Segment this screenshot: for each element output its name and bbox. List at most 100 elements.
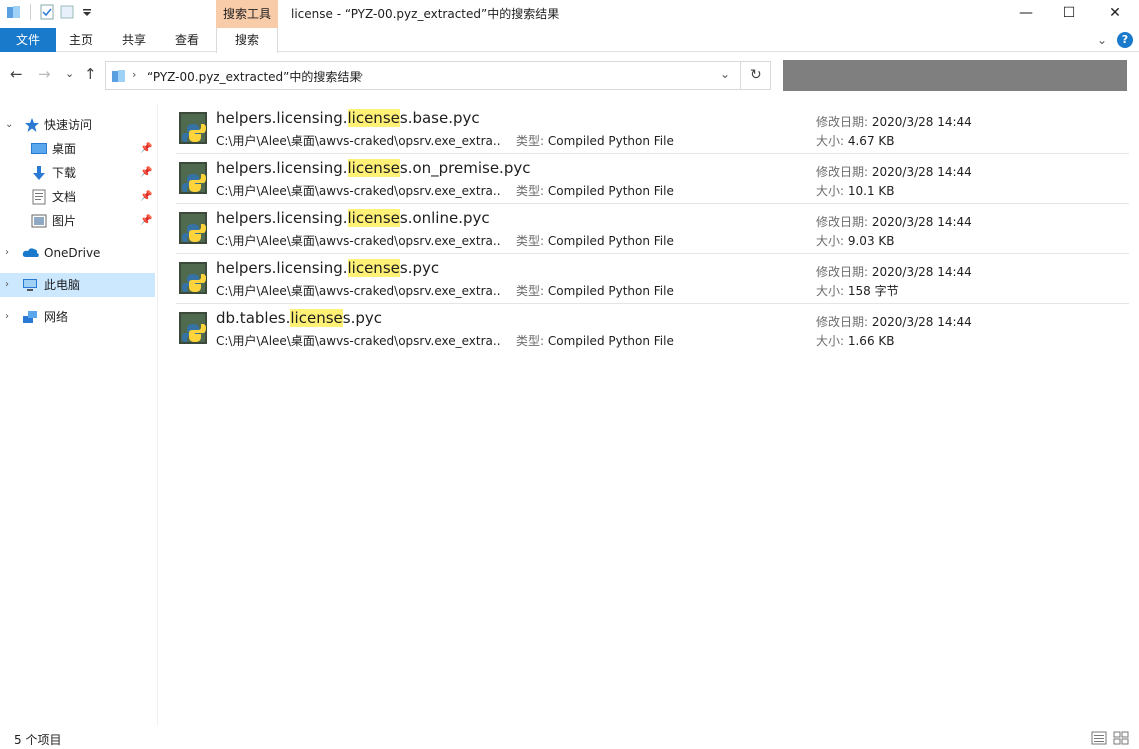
file-size: 大小: 1.66 KB — [816, 334, 895, 348]
address-bar[interactable]: › “PYZ-00.pyz_extracted”中的搜索结果 › ⌄ ↻ — [105, 61, 771, 90]
search-highlight: license — [290, 309, 343, 327]
computer-icon — [22, 277, 38, 293]
details-view-icon[interactable] — [1091, 731, 1107, 745]
list-item[interactable]: helpers.licensing.licenses.base.pyc C:\用… — [176, 104, 1129, 154]
file-name[interactable]: db.tables.licenses.pyc — [216, 309, 382, 327]
download-icon — [31, 165, 47, 181]
desktop-icon — [31, 141, 47, 157]
address-dropdown-icon[interactable]: ⌄ — [720, 67, 730, 81]
up-button[interactable]: ↑ — [84, 65, 97, 83]
cloud-icon — [22, 245, 39, 261]
sidebar-item-label: 图片 — [52, 214, 77, 228]
expand-ribbon-icon[interactable]: ⌄ — [1097, 33, 1107, 47]
forward-button[interactable]: → — [38, 65, 51, 83]
sidebar-item-documents[interactable]: 文档 📌 — [0, 185, 155, 209]
sidebar-item-label: 桌面 — [52, 142, 77, 156]
search-highlight: license — [347, 159, 400, 177]
sidebar-item-label: 文档 — [52, 190, 77, 204]
sidebar-item-label: 下载 — [52, 166, 77, 180]
file-size: 大小: 10.1 KB — [816, 184, 895, 198]
navigation-pane: ⌄ 快速访问 桌面 📌 下载 📌 文档 📌 图片 📌 › OneDrive › … — [0, 104, 158, 726]
sidebar-item-label: OneDrive — [44, 246, 101, 260]
python-file-icon — [179, 112, 207, 144]
sidebar-item-pictures[interactable]: 图片 📌 — [0, 209, 155, 233]
file-path: C:\用户\Alee\桌面\awvs-craked\opsrv.exe_extr… — [216, 284, 501, 298]
maximize-button[interactable]: ☐ — [1046, 0, 1092, 26]
file-name[interactable]: helpers.licensing.licenses.base.pyc — [216, 109, 480, 127]
help-icon[interactable]: ? — [1117, 32, 1133, 48]
file-path: C:\用户\Alee\桌面\awvs-craked\opsrv.exe_extr… — [216, 334, 501, 348]
expand-chevron-icon[interactable]: › — [5, 273, 9, 297]
item-count: 5 个项目 — [14, 733, 62, 747]
file-name[interactable]: helpers.licensing.licenses.on_premise.py… — [216, 159, 530, 177]
sidebar-item-label: 此电脑 — [44, 278, 81, 292]
recent-locations-button[interactable]: ⌄ — [65, 67, 74, 80]
folder-icon — [111, 68, 127, 84]
file-path: C:\用户\Alee\桌面\awvs-craked\opsrv.exe_extr… — [216, 184, 501, 198]
sidebar-item-desktop[interactable]: 桌面 📌 — [0, 137, 155, 161]
file-modified-date: 修改日期: 2020/3/28 14:44 — [816, 315, 972, 329]
list-item[interactable]: helpers.licensing.licenses.on_premise.py… — [176, 154, 1129, 204]
file-modified-date: 修改日期: 2020/3/28 14:44 — [816, 165, 972, 179]
view-switcher — [1091, 731, 1129, 745]
search-box[interactable] — [783, 60, 1127, 91]
new-folder-icon[interactable] — [59, 4, 75, 20]
pin-icon: 📌 — [140, 167, 153, 178]
file-modified-date: 修改日期: 2020/3/28 14:44 — [816, 215, 972, 229]
file-size: 大小: 4.67 KB — [816, 134, 895, 148]
refresh-icon[interactable]: ↻ — [750, 67, 762, 83]
list-item[interactable]: helpers.licensing.licenses.pyc C:\用户\Ale… — [176, 254, 1129, 304]
pin-icon: 📌 — [140, 143, 153, 154]
search-highlight: license — [347, 109, 400, 127]
status-bar: 5 个项目 — [0, 726, 1139, 749]
sidebar-item-this-pc[interactable]: › 此电脑 — [0, 273, 155, 297]
file-name[interactable]: helpers.licensing.licenses.pyc — [216, 259, 439, 277]
python-file-icon — [179, 212, 207, 244]
network-icon — [22, 309, 38, 325]
large-icons-view-icon[interactable] — [1113, 731, 1129, 745]
picture-icon — [31, 213, 47, 229]
list-item[interactable]: helpers.licensing.licenses.online.pyc C:… — [176, 204, 1129, 254]
file-type: 类型: Compiled Python File — [516, 134, 674, 148]
pin-icon: 📌 — [140, 191, 153, 202]
tab-search[interactable]: 搜索 — [216, 28, 278, 53]
sidebar-item-onedrive[interactable]: › OneDrive — [0, 241, 155, 265]
file-type: 类型: Compiled Python File — [516, 184, 674, 198]
file-name[interactable]: helpers.licensing.licenses.online.pyc — [216, 209, 490, 227]
breadcrumb-chevron-icon[interactable]: › — [132, 68, 136, 81]
tab-file[interactable]: 文件 — [0, 28, 56, 52]
list-item[interactable]: db.tables.licenses.pyc C:\用户\Alee\桌面\awv… — [176, 304, 1129, 354]
search-highlight: license — [347, 259, 400, 277]
ribbon-tabs: 文件 主页 共享 查看 搜索 ⌄ ? — [0, 28, 1139, 53]
expand-chevron-icon[interactable]: › — [5, 241, 9, 265]
sidebar-item-downloads[interactable]: 下载 📌 — [0, 161, 155, 185]
search-tools-context-header: 搜索工具 — [216, 0, 278, 28]
sidebar-item-label: 网络 — [44, 310, 69, 324]
properties-icon[interactable] — [39, 4, 55, 20]
quick-access-toolbar — [6, 4, 95, 20]
expand-chevron-icon[interactable]: ⌄ — [5, 113, 13, 137]
file-type: 类型: Compiled Python File — [516, 284, 674, 298]
expand-chevron-icon[interactable]: › — [5, 305, 9, 329]
sidebar-item-network[interactable]: › 网络 — [0, 305, 155, 329]
tab-view[interactable]: 查看 — [168, 28, 206, 52]
breadcrumb-path[interactable]: “PYZ-00.pyz_extracted”中的搜索结果 — [147, 68, 361, 85]
tab-home[interactable]: 主页 — [62, 28, 100, 52]
close-button[interactable]: ✕ — [1092, 0, 1138, 26]
minimize-button[interactable]: — — [1003, 0, 1049, 26]
customize-toolbar-icon[interactable] — [79, 4, 95, 20]
pin-icon: 📌 — [140, 215, 153, 226]
file-type: 类型: Compiled Python File — [516, 234, 674, 248]
sidebar-item-label: 快速访问 — [44, 118, 93, 132]
tab-share[interactable]: 共享 — [116, 28, 152, 52]
file-type: 类型: Compiled Python File — [516, 334, 674, 348]
breadcrumb-chevron-icon[interactable]: › — [359, 68, 363, 81]
python-file-icon — [179, 312, 207, 344]
folder-icon[interactable] — [6, 4, 22, 20]
address-divider — [740, 62, 741, 89]
back-button[interactable]: ← — [10, 65, 23, 83]
ribbon-right-controls: ⌄ ? — [1097, 32, 1133, 48]
file-path: C:\用户\Alee\桌面\awvs-craked\opsrv.exe_extr… — [216, 134, 501, 148]
title-bar: 搜索工具 license - “PYZ-00.pyz_extracted”中的搜… — [0, 0, 1139, 28]
sidebar-item-quick-access[interactable]: ⌄ 快速访问 — [0, 113, 155, 137]
